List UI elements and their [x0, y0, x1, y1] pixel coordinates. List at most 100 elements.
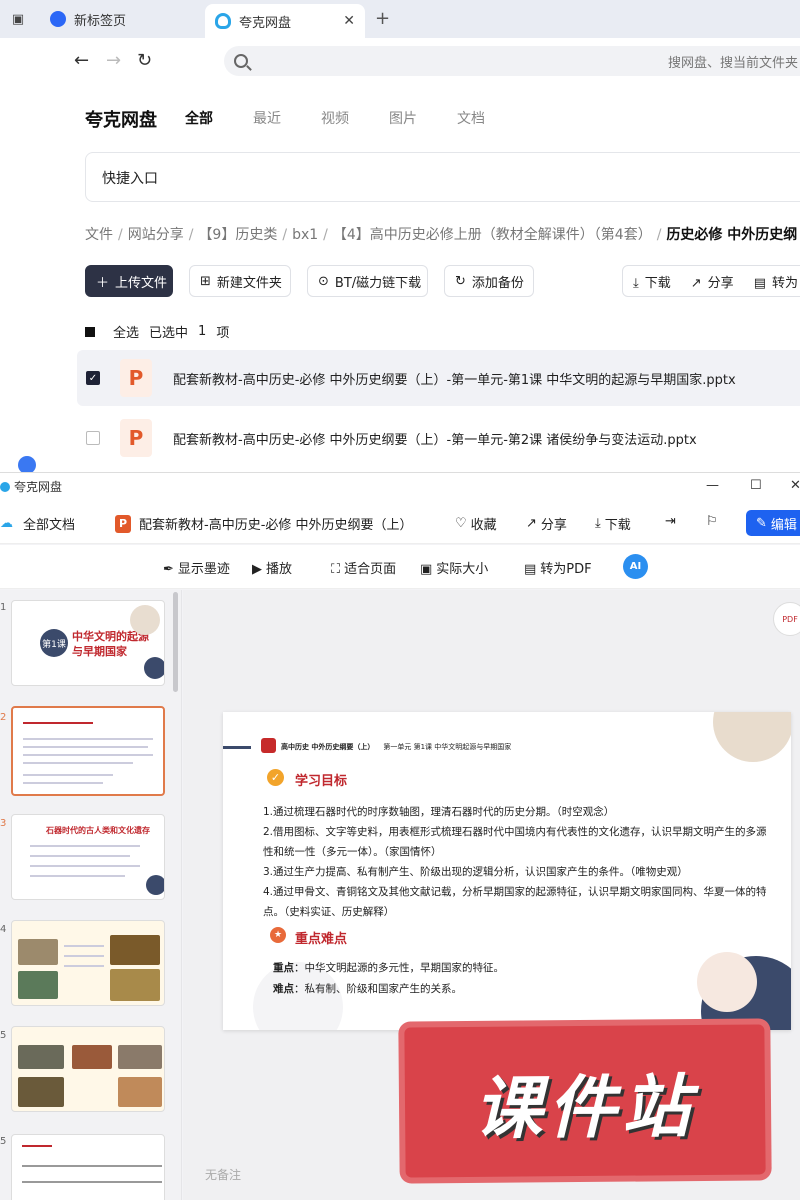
all-docs-button[interactable]: ☁ 全部文档 [0, 514, 75, 533]
slide-header: 高中历史 中外历史纲要（上） 第一单元 第1课 中华文明起源与早期国家 [281, 743, 512, 751]
forward-arrow-icon[interactable]: → [106, 50, 121, 71]
search-icon [234, 54, 248, 68]
maximize-icon[interactable]: ☐ [750, 478, 762, 493]
decor-circle [697, 952, 757, 1012]
play-button[interactable]: ▶ 播放 [252, 558, 292, 577]
minimize-icon[interactable]: — [706, 478, 719, 493]
actual-size-button[interactable]: ▣ 实际大小 [420, 558, 488, 577]
thumb-line [23, 782, 103, 784]
selected-unit: 项 [216, 326, 230, 341]
breadcrumb-item[interactable]: 【4】高中历史必修上册（教材全解课件）（第4套） [333, 227, 652, 243]
goal-item: 1.通过梳理石器时代的时序数轴图，理清石器时代的历史分期。（时空观念） [263, 806, 615, 818]
ai-assistant-button[interactable]: AI [623, 554, 648, 579]
favorite-button[interactable]: ♡ 收藏 [455, 514, 497, 533]
thumb-line [22, 1145, 52, 1147]
select-all-checkbox[interactable] [85, 326, 95, 337]
to-pdf-button[interactable]: ▤ 转为PDF [524, 558, 592, 577]
cloud-icon [215, 13, 231, 29]
download-button[interactable]: ⤓ 下载 [633, 272, 671, 291]
thumb-number: 4 [0, 924, 7, 935]
breadcrumb-current: 历史必修 中外历史纲 [666, 227, 798, 243]
thumb-line [30, 865, 140, 867]
row-checkbox[interactable]: ✓ [86, 371, 100, 385]
slide-thumbnail-5[interactable] [11, 1026, 165, 1112]
thumb-line [23, 774, 113, 776]
pen-icon: ✎ [756, 515, 767, 531]
folder-plus-icon: ⊞ [200, 273, 211, 289]
file-row[interactable]: P 配套新教材-高中历史-必修 中外历史纲要（上）-第一单元-第2课 诸侯纷争与… [77, 410, 800, 466]
viewer-window-titlebar: 夸克网盘 — ☐ ✕ [0, 472, 800, 500]
quick-entry[interactable]: 快捷入口 [85, 152, 800, 202]
pdf-icon: ▤ [524, 562, 537, 577]
slide-thumbnail-4[interactable] [11, 920, 165, 1006]
thumb-line [22, 1181, 162, 1183]
thumb-image [118, 1045, 162, 1069]
address-bar[interactable]: 搜网盘、搜当前文件夹 [224, 46, 800, 76]
download-button[interactable]: ⤓ 下载 [595, 514, 631, 533]
brand-title: 夸克网盘 [85, 110, 157, 131]
edit-button[interactable]: ✎ 编辑 [746, 510, 800, 536]
row-checkbox[interactable] [86, 431, 100, 445]
new-tab-icon[interactable]: + [375, 8, 390, 29]
pptx-file-icon: P [120, 419, 152, 457]
select-all-label[interactable]: 全选 [113, 322, 139, 341]
thumb-image [110, 969, 160, 1001]
tab-new-tab[interactable]: 新标签页 [40, 4, 200, 34]
convert-button[interactable]: ▤ 转为 [754, 272, 798, 291]
close-window-icon[interactable]: ✕ [790, 478, 800, 493]
thumb-image [18, 1045, 64, 1069]
tab-label: 夸克网盘 [239, 15, 292, 31]
slide-thumbnail-3[interactable]: 石器时代的古人类和文化遗存 [11, 814, 165, 900]
check-icon: ✓ [267, 769, 284, 786]
tab-quark-drive[interactable]: 夸克网盘 ✕ [205, 4, 365, 38]
upload-button[interactable]: ＋上传文件 [85, 265, 173, 297]
thumb-line [23, 738, 153, 740]
tab-video[interactable]: 视频 [321, 108, 349, 128]
slide-thumbnail-2[interactable] [11, 706, 165, 796]
thumb-line [23, 754, 153, 756]
tab-all[interactable]: 全部 [185, 108, 213, 128]
breadcrumb-item[interactable]: 【9】历史类 [198, 227, 277, 243]
show-ink-button[interactable]: ✒ 显示墨迹 [163, 558, 230, 577]
share-button[interactable]: ↗ 分享 [691, 272, 734, 291]
thumb-title: 石器时代的古人类和文化遗存 [46, 826, 150, 835]
thumb-line [23, 762, 133, 764]
feather-icon: ✒ [163, 562, 174, 577]
new-folder-button[interactable]: ⊞ 新建文件夹 [189, 265, 291, 297]
thumb-image [72, 1045, 112, 1069]
breadcrumb: 文件 / 网站分享 / 【9】历史类 / bx1/【4】高中历史必修上册（教材全解课件）（第… [85, 227, 798, 243]
tab-doc[interactable]: 文档 [457, 108, 485, 128]
lesson-badge: 第1课 [40, 629, 68, 657]
thumb-number: 1 [0, 602, 7, 613]
breadcrumb-item[interactable]: bx1 [292, 227, 318, 243]
fit-page-button[interactable]: ⛶ 适合页面 [331, 558, 396, 577]
bt-download-button[interactable]: ⊙ BT/磁力链下载 [307, 265, 428, 297]
pdf-floating-button[interactable]: PDF [773, 602, 800, 636]
save-to-drive-icon[interactable]: ⇥ [665, 514, 676, 529]
add-backup-button[interactable]: ↻ 添加备份 [444, 265, 534, 297]
file-row[interactable]: ✓ P 配套新教材-高中历史-必修 中外历史纲要（上）-第一单元-第1课 中华文… [77, 350, 800, 406]
thumb-line [30, 875, 125, 877]
tab-recent[interactable]: 最近 [253, 108, 281, 128]
backup-icon: ↻ [455, 273, 466, 289]
share-button[interactable]: ↗ 分享 [526, 514, 567, 533]
decor-circle [146, 875, 164, 895]
tab-image[interactable]: 图片 [389, 108, 417, 128]
slide-thumbnail-1[interactable]: 第1课 中华文明的起源 与早期国家 [11, 600, 165, 686]
goal-item: 4.通过甲骨文、青铜铭文及其他文献记载，分析早期国家的起源特征，认识早期文明家国… [263, 886, 767, 918]
report-icon[interactable]: ⚐ [706, 514, 718, 529]
slide-thumbnail-panel: 1 第1课 中华文明的起源 与早期国家 2 3 石器时代的古人类和文化遗存 4 5 [0, 590, 182, 1200]
breadcrumb-item[interactable]: 网站分享 [128, 227, 184, 243]
close-tab-icon[interactable]: ✕ [343, 13, 355, 29]
decor-circle [144, 657, 164, 679]
thumb-number: 5 [0, 1030, 7, 1041]
back-arrow-icon[interactable]: ← [74, 50, 89, 71]
reload-icon[interactable]: ↻ [137, 50, 152, 71]
tab-sidebar-icon[interactable]: ▣ [6, 8, 30, 30]
slide-thumbnail-6[interactable] [11, 1134, 165, 1200]
browser-toolbar: ← → ↻ 搜网盘、搜当前文件夹 [0, 38, 800, 84]
fit-icon: ⛶ [331, 562, 341, 577]
breadcrumb-item[interactable]: 文件 [85, 227, 113, 243]
address-placeholder: 搜网盘、搜当前文件夹 [668, 55, 799, 71]
thumbnail-scrollbar[interactable] [173, 592, 178, 692]
